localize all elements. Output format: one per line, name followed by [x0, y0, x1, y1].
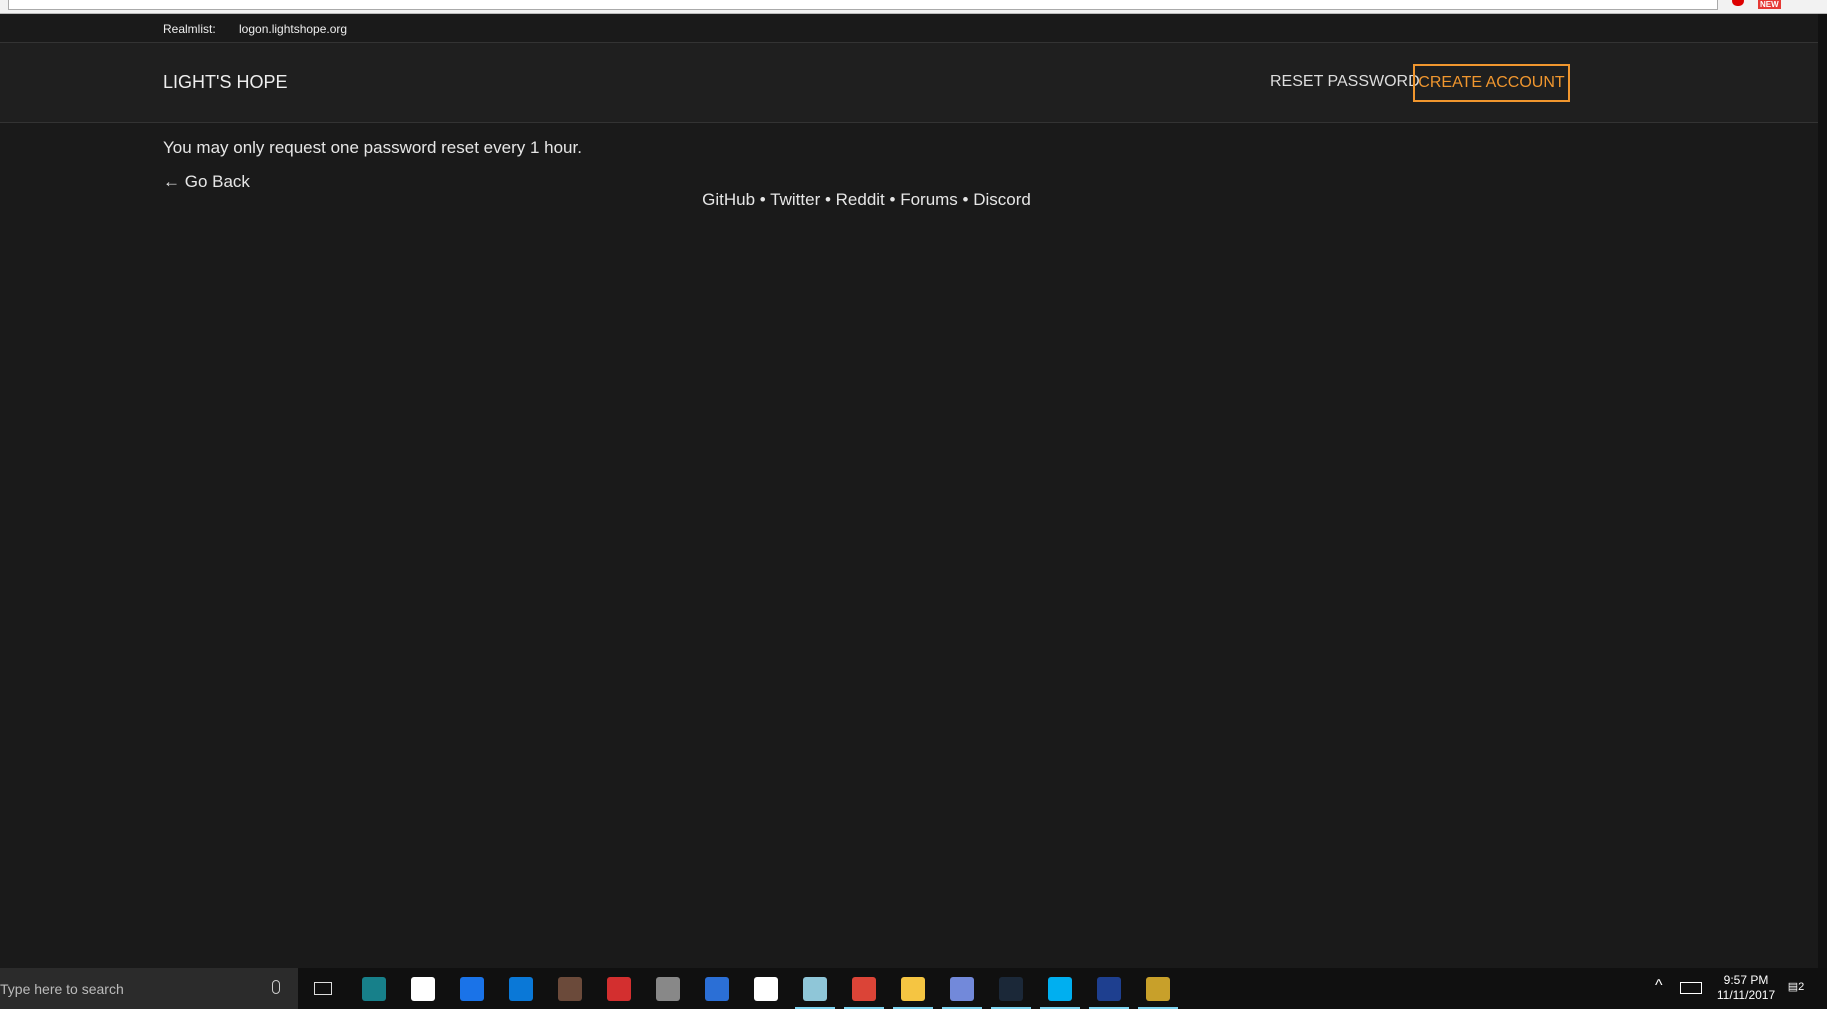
separator: • [957, 190, 974, 209]
world-of-warcraft-icon[interactable] [1138, 977, 1178, 1009]
chevron-up-icon[interactable]: ^ [1655, 978, 1663, 994]
site-logo[interactable]: LIGHT'S HOPE [163, 72, 287, 93]
steam-icon[interactable] [991, 977, 1031, 1009]
realmlist-label: Realmlist: [163, 22, 216, 36]
realmlist-value: logon.lightshope.org [239, 22, 348, 36]
realmlist-bar: Realmlist: logon.lightshope.org [0, 14, 1818, 43]
rate-limit-message: You may only request one password reset … [163, 138, 582, 157]
chrome-icon[interactable] [844, 977, 884, 1009]
create-account-button[interactable]: CREATE ACCOUNT [1413, 64, 1570, 102]
notification-count: 2 [1798, 981, 1805, 993]
file-explorer-icon[interactable] [893, 977, 933, 1009]
task-view-icon[interactable] [314, 982, 332, 995]
date: 11/11/2017 [1716, 988, 1776, 1002]
browser-address-bar: NEW [0, 0, 1827, 14]
app-g-icon[interactable] [460, 977, 484, 1001]
reset-password-link[interactable]: RESET PASSWORD [1270, 73, 1420, 91]
app-circle-icon[interactable] [705, 977, 729, 1001]
search-placeholder: Type here to search [0, 981, 124, 997]
store-icon[interactable] [411, 977, 435, 1001]
microphone-icon[interactable] [272, 980, 280, 994]
url-input[interactable] [8, 0, 1718, 10]
new-badge[interactable]: NEW [1758, 0, 1781, 9]
app-notes-icon[interactable] [795, 977, 835, 1009]
app-x-icon[interactable] [558, 977, 582, 1001]
notifications-icon[interactable]: ▤2 [1786, 980, 1806, 995]
clock[interactable]: 9:57 PM 11/11/2017 [1710, 973, 1782, 1003]
reddit-link[interactable]: Reddit [836, 190, 885, 209]
separator: • [884, 190, 901, 209]
extension-icon[interactable] [1732, 0, 1744, 6]
gift-icon[interactable] [607, 977, 631, 1001]
discord-link[interactable]: Discord [973, 190, 1031, 209]
scrollbar[interactable] [1818, 14, 1827, 968]
app-1-icon[interactable] [362, 977, 386, 1001]
twitter-link[interactable]: Twitter [770, 190, 820, 209]
keyboard-icon[interactable] [1680, 982, 1702, 994]
separator: • [755, 190, 771, 209]
mail-icon[interactable] [754, 977, 778, 1001]
app-anime-icon[interactable] [656, 977, 680, 1001]
github-link[interactable]: GitHub [702, 190, 755, 209]
app-blue-icon[interactable] [1089, 977, 1129, 1009]
edge-icon[interactable] [509, 977, 533, 1001]
taskbar: Type here to search ^ 9:57 PM 11/11/2017… [0, 968, 1827, 1009]
taskbar-search-input[interactable]: Type here to search [0, 968, 298, 1009]
skype-icon[interactable] [1040, 977, 1080, 1009]
time: 9:57 PM [1723, 973, 1769, 987]
footer-links: GitHub • Twitter • Reddit • Forums • Dis… [0, 190, 1733, 210]
go-back-link[interactable]: ← Go Back [163, 172, 250, 192]
separator: • [820, 190, 836, 209]
discord-icon[interactable] [942, 977, 982, 1009]
site-header: LIGHT'S HOPE RESET PASSWORD CREATE ACCOU… [0, 43, 1818, 123]
forums-link[interactable]: Forums [900, 190, 958, 209]
